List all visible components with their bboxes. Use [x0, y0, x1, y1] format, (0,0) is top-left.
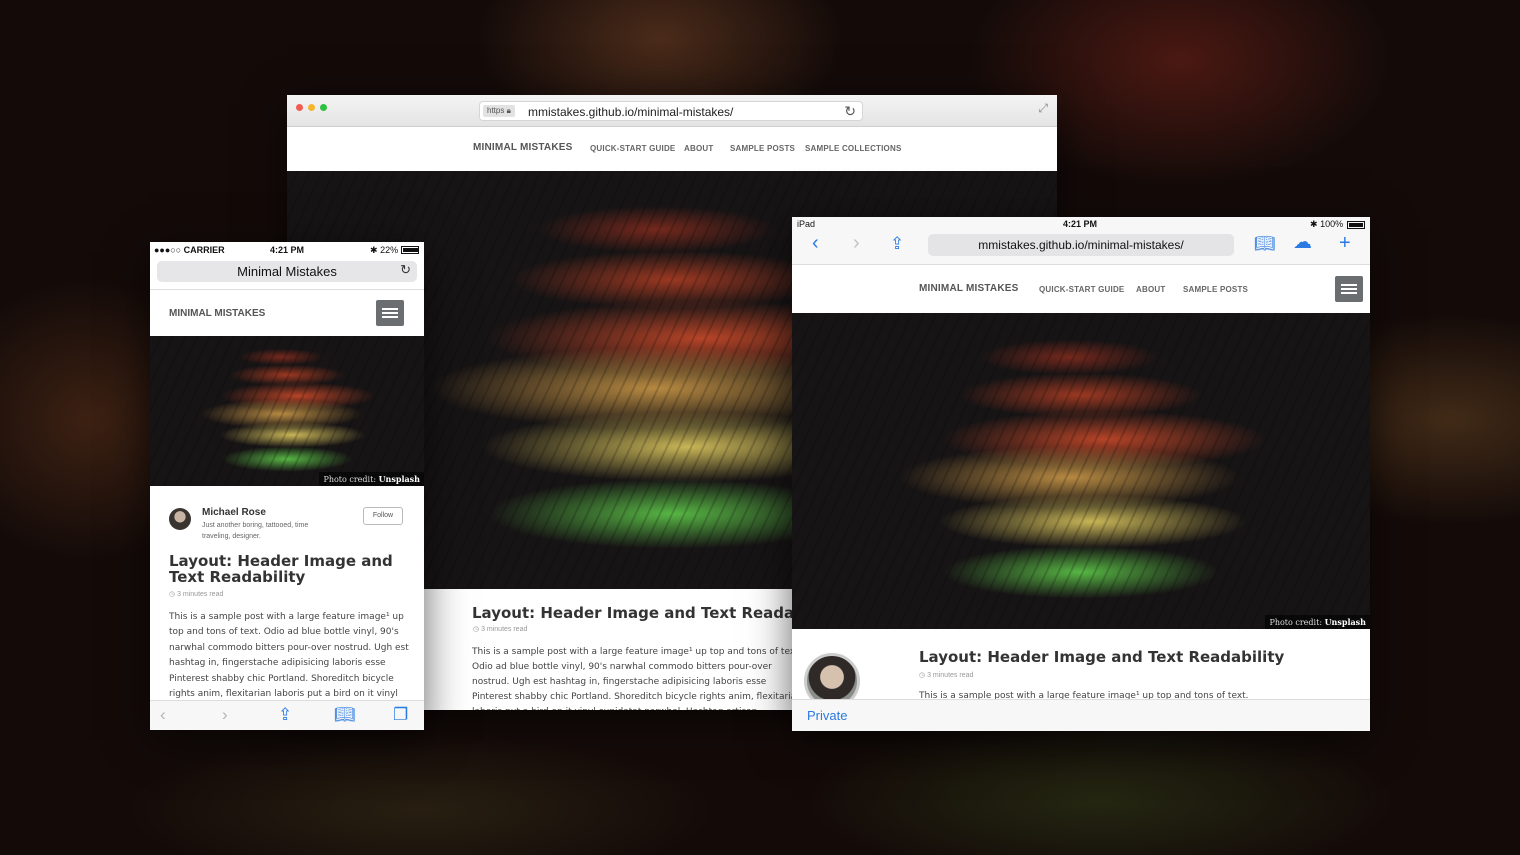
- reload-icon[interactable]: ↻: [400, 262, 411, 278]
- ipad-url-text: mmistakes.github.io/minimal-mistakes/: [978, 238, 1184, 252]
- phone-url-title: Minimal Mistakes: [237, 264, 337, 279]
- forward-icon[interactable]: ›: [222, 705, 228, 725]
- photo-credit-link[interactable]: Unsplash: [1325, 617, 1366, 627]
- new-tab-icon[interactable]: +: [1339, 232, 1351, 255]
- ipad-address-bar[interactable]: mmistakes.github.io/minimal-mistakes/: [928, 234, 1234, 256]
- nav-link-sample-collections[interactable]: SAMPLE COLLECTIONS: [805, 144, 902, 153]
- phone-site-nav: MINIMAL MISTAKES: [150, 289, 424, 336]
- back-icon[interactable]: ‹: [812, 232, 819, 255]
- phone-bottom-toolbar: ‹ › ⇪ 📖︎ ❐: [150, 700, 424, 730]
- desktop-post-body: This is a sample post with a large featu…: [472, 647, 802, 710]
- zoom-window-button[interactable]: [320, 104, 327, 111]
- ipad-battery-text: ✱ 100%: [1310, 219, 1344, 229]
- bookmarks-icon[interactable]: 📖︎: [334, 705, 356, 725]
- https-badge: https 🔒︎: [483, 105, 515, 117]
- bookmarks-icon[interactable]: 📖︎: [1254, 234, 1276, 254]
- hamburger-menu-icon[interactable]: [376, 300, 404, 326]
- nav-link-sample-posts[interactable]: SAMPLE POSTS: [1183, 285, 1248, 294]
- fullscreen-icon[interactable]: ⤢: [1038, 101, 1048, 116]
- desktop-site-nav: MINIMAL MISTAKES QUICK-START GUIDE ABOUT…: [287, 127, 1057, 171]
- private-mode-button[interactable]: Private: [807, 708, 847, 723]
- battery-icon: [401, 246, 419, 254]
- ipad-site-nav: MINIMAL MISTAKES QUICK-START GUIDE ABOUT…: [792, 265, 1370, 313]
- bluetooth-icon: ✱: [1310, 219, 1318, 229]
- desktop-post-title: Layout: Header Image and Text Readabilit…: [472, 604, 838, 622]
- photo-credit: Photo credit: Unsplash: [319, 472, 424, 486]
- phone-read-time: ◷ 3 minutes read: [169, 591, 224, 598]
- back-icon[interactable]: ‹: [160, 705, 166, 725]
- iphone-browser: ●●●○○ CARRIER 4:21 PM ✱ 22% Minimal Mist…: [150, 242, 424, 730]
- reload-icon[interactable]: ↻: [844, 103, 856, 120]
- hamburger-menu-icon[interactable]: [1335, 276, 1363, 302]
- phone-time: 4:21 PM: [270, 245, 305, 255]
- share-icon[interactable]: ⇪: [890, 234, 904, 254]
- nav-link-about[interactable]: ABOUT: [684, 144, 713, 153]
- ipad-bottom-bar: Private: [792, 699, 1370, 731]
- site-brand-link[interactable]: MINIMAL MISTAKES: [473, 142, 573, 153]
- battery-icon: [1347, 221, 1365, 229]
- site-brand-link[interactable]: MINIMAL MISTAKES: [919, 283, 1019, 294]
- ipad-read-time: ◷ 3 minutes read: [919, 672, 974, 679]
- close-window-button[interactable]: [296, 104, 303, 111]
- desktop-address-bar[interactable]: https 🔒︎ mmistakes.github.io/minimal-mis…: [479, 101, 863, 121]
- ipad-time: 4:21 PM: [1063, 219, 1098, 229]
- desktop-url-text: mmistakes.github.io/minimal-mistakes/: [528, 105, 734, 119]
- desktop-read-time: ◷ 3 minutes read: [473, 626, 528, 633]
- phone-header-image: Photo credit: Unsplash: [150, 336, 424, 486]
- phone-battery-text: ✱ 22%: [370, 245, 399, 255]
- author-name: Michael Rose: [202, 507, 266, 518]
- ipad-browser: iPad 4:21 PM ✱ 100% ‹ › ⇪ mmistakes.gith…: [792, 217, 1370, 731]
- photo-credit-link[interactable]: Unsplash: [379, 474, 420, 484]
- clock-icon: ◷: [169, 591, 176, 598]
- follow-button[interactable]: Follow: [363, 507, 403, 525]
- share-icon[interactable]: ⇪: [278, 705, 292, 725]
- author-bio: Just another boring, tattooed, time trav…: [202, 522, 309, 540]
- ipad-post-title: Layout: Header Image and Text Readabilit…: [919, 648, 1285, 666]
- ipad-toolbar: iPad 4:21 PM ✱ 100% ‹ › ⇪ mmistakes.gith…: [792, 217, 1370, 265]
- tabs-icon[interactable]: ❐: [393, 705, 408, 725]
- nav-link-quick-start[interactable]: QUICK-START GUIDE: [1039, 285, 1124, 294]
- photo-credit: Photo credit: Unsplash: [1265, 615, 1370, 629]
- bluetooth-icon: ✱: [370, 245, 378, 255]
- icloud-tabs-icon[interactable]: ☁︎: [1293, 231, 1312, 254]
- phone-address-bar[interactable]: Minimal Mistakes ↻: [157, 261, 417, 282]
- ipad-header-image: Photo credit: Unsplash: [792, 313, 1370, 629]
- minimize-window-button[interactable]: [308, 104, 315, 111]
- clock-icon: ◷: [473, 626, 480, 633]
- nav-link-quick-start[interactable]: QUICK-START GUIDE: [590, 144, 675, 153]
- desktop-toolbar: https 🔒︎ mmistakes.github.io/minimal-mis…: [287, 95, 1057, 127]
- site-brand-link[interactable]: MINIMAL MISTAKES: [169, 308, 265, 319]
- forward-icon[interactable]: ›: [853, 232, 860, 255]
- nav-link-sample-posts[interactable]: SAMPLE POSTS: [730, 144, 795, 153]
- phone-post-title: Layout: Header Image and Text Readabilit…: [169, 552, 393, 586]
- carrier-status: ●●●○○ CARRIER: [154, 245, 225, 255]
- lock-icon: 🔒︎: [506, 106, 511, 115]
- author-avatar: [169, 508, 191, 530]
- phone-post-body: This is a sample post with a large featu…: [169, 612, 409, 700]
- clock-icon: ◷: [919, 672, 926, 679]
- ipad-device-label: iPad: [797, 219, 816, 229]
- nav-link-about[interactable]: ABOUT: [1136, 285, 1165, 294]
